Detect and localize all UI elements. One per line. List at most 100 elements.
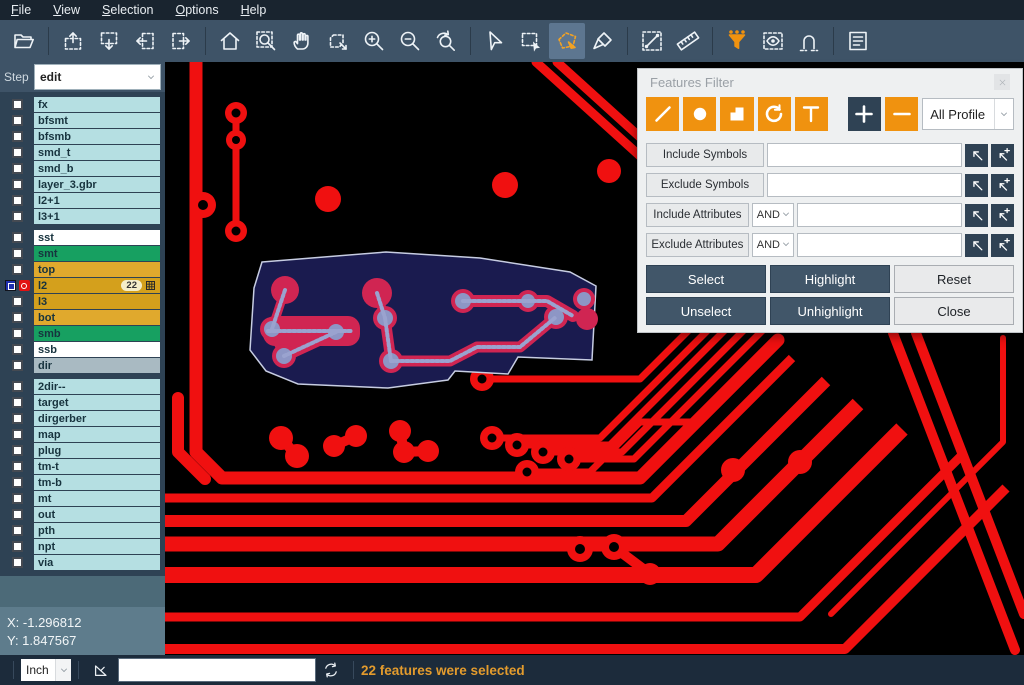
layer-name[interactable]: smt xyxy=(34,246,160,261)
nudge-left-button[interactable] xyxy=(127,23,163,59)
brush-button[interactable] xyxy=(585,23,621,59)
layer-name[interactable]: npt xyxy=(34,539,160,554)
zoom-previous-button[interactable] xyxy=(428,23,464,59)
layer-checkbox[interactable] xyxy=(12,360,23,371)
polygon-select-button[interactable] xyxy=(549,23,585,59)
nudge-down-button[interactable] xyxy=(91,23,127,59)
layer-row-target[interactable]: target xyxy=(0,395,165,410)
layer-name[interactable]: tm-b xyxy=(34,475,160,490)
layer-row-smd_t[interactable]: smd_t xyxy=(0,145,165,160)
dialog-titlebar[interactable]: Features Filter xyxy=(638,69,1022,95)
layer-checkbox[interactable] xyxy=(12,344,23,355)
layer-row-smb[interactable]: smb xyxy=(0,326,165,341)
layer-name[interactable]: 2dir-- xyxy=(34,379,160,394)
layer-name[interactable]: l222 xyxy=(34,278,160,293)
filter-surfaces-toggle[interactable] xyxy=(720,97,753,131)
layer-row-bfsmb[interactable]: bfsmb xyxy=(0,129,165,144)
profile-select[interactable]: All Profile xyxy=(922,98,1014,130)
layer-row-fx[interactable]: fx xyxy=(0,97,165,112)
layer-checkbox[interactable] xyxy=(12,179,23,190)
layer-checkbox[interactable] xyxy=(12,131,23,142)
layer-checkbox[interactable] xyxy=(12,312,23,323)
filter-text-toggle[interactable] xyxy=(795,97,828,131)
unhighlight-button[interactable]: Unhighlight xyxy=(770,297,890,325)
step-select[interactable]: edit xyxy=(34,64,161,90)
layer-name[interactable]: smd_t xyxy=(34,145,160,160)
layer-row-tm-t[interactable]: tm-t xyxy=(0,459,165,474)
layer-row-mt[interactable]: mt xyxy=(0,491,165,506)
layer-row-dir[interactable]: dir xyxy=(0,358,165,373)
layer-checkbox[interactable] xyxy=(12,232,23,243)
layer-name[interactable]: l2+1 xyxy=(34,193,160,208)
and-or-select[interactable]: AND xyxy=(752,233,794,257)
layer-row-l2[interactable]: l222 xyxy=(0,278,165,293)
filter-negative-toggle[interactable] xyxy=(885,97,918,131)
close-icon[interactable] xyxy=(994,74,1010,90)
layer-name[interactable]: bfsmb xyxy=(34,129,160,144)
layer-name[interactable]: bot xyxy=(34,310,160,325)
layer-checkbox[interactable] xyxy=(12,557,23,568)
layer-name[interactable]: via xyxy=(34,555,160,570)
layer-name[interactable]: mt xyxy=(34,491,160,506)
nudge-up-button[interactable] xyxy=(55,23,91,59)
layer-checkbox[interactable] xyxy=(12,115,23,126)
layer-name[interactable]: tm-t xyxy=(34,459,160,474)
layer-row-map[interactable]: map xyxy=(0,427,165,442)
layer-checkbox[interactable] xyxy=(12,381,23,392)
layer-row-sst[interactable]: sst xyxy=(0,230,165,245)
layer-name[interactable]: pth xyxy=(34,523,160,538)
layer-row-tm-b[interactable]: tm-b xyxy=(0,475,165,490)
exclude-attributes-input[interactable] xyxy=(797,233,962,257)
layer-name[interactable]: l3 xyxy=(34,294,160,309)
filter-arcs-toggle[interactable] xyxy=(758,97,791,131)
include-attributes-button[interactable]: Include Attributes xyxy=(646,203,749,227)
exclude-attributes-button[interactable]: Exclude Attributes xyxy=(646,233,749,257)
filter-lines-toggle[interactable] xyxy=(646,97,679,131)
layer-row-plug[interactable]: plug xyxy=(0,443,165,458)
layer-name[interactable]: out xyxy=(34,507,160,522)
layer-checkbox[interactable] xyxy=(5,280,16,291)
layer-row-l3[interactable]: l3 xyxy=(0,294,165,309)
layer-row-smt[interactable]: smt xyxy=(0,246,165,261)
layer-checkbox[interactable] xyxy=(12,541,23,552)
layer-row-bfsmt[interactable]: bfsmt xyxy=(0,113,165,128)
layer-row-pth[interactable]: pth xyxy=(0,523,165,538)
include-symbols-button[interactable]: Include Symbols xyxy=(646,143,764,167)
exclude-symbols-input[interactable] xyxy=(767,173,962,197)
assign-arrow-plus-button[interactable] xyxy=(991,204,1014,227)
layer-name[interactable]: fx xyxy=(34,97,160,112)
assign-arrow-button[interactable] xyxy=(965,144,988,167)
layer-row-2dir--[interactable]: 2dir-- xyxy=(0,379,165,394)
open-button[interactable] xyxy=(6,23,42,59)
zoom-out-button[interactable] xyxy=(392,23,428,59)
layer-name[interactable]: map xyxy=(34,427,160,442)
layer-name[interactable]: l3+1 xyxy=(34,209,160,224)
layer-checkbox[interactable] xyxy=(12,296,23,307)
layer-name[interactable]: target xyxy=(34,395,160,410)
sync-icon[interactable] xyxy=(319,658,343,682)
layer-checkbox[interactable] xyxy=(12,429,23,440)
layer-checkbox[interactable] xyxy=(12,248,23,259)
command-input[interactable] xyxy=(118,658,316,682)
layer-row-ssb[interactable]: ssb xyxy=(0,342,165,357)
highlight-button[interactable]: Highlight xyxy=(770,265,890,293)
menu-item-selection[interactable]: Selection xyxy=(91,0,164,20)
layer-row-bot[interactable]: bot xyxy=(0,310,165,325)
nudge-right-button[interactable] xyxy=(163,23,199,59)
corner-triangle-icon[interactable] xyxy=(89,658,113,682)
layer-name[interactable]: sst xyxy=(34,230,160,245)
layer-checkbox[interactable] xyxy=(12,195,23,206)
layer-checkbox[interactable] xyxy=(12,328,23,339)
layer-checkbox[interactable] xyxy=(12,461,23,472)
zoom-in-button[interactable] xyxy=(356,23,392,59)
layer-checkbox[interactable] xyxy=(12,413,23,424)
grid-icon[interactable] xyxy=(146,281,155,290)
layer-name[interactable]: smb xyxy=(34,326,160,341)
assign-arrow-button[interactable] xyxy=(965,204,988,227)
layer-checkbox[interactable] xyxy=(12,493,23,504)
layer-row-out[interactable]: out xyxy=(0,507,165,522)
layer-row-smd_b[interactable]: smd_b xyxy=(0,161,165,176)
layer-row-via[interactable]: via xyxy=(0,555,165,570)
layer-checkbox[interactable] xyxy=(12,211,23,222)
layer-name[interactable]: layer_3.gbr xyxy=(34,177,160,192)
